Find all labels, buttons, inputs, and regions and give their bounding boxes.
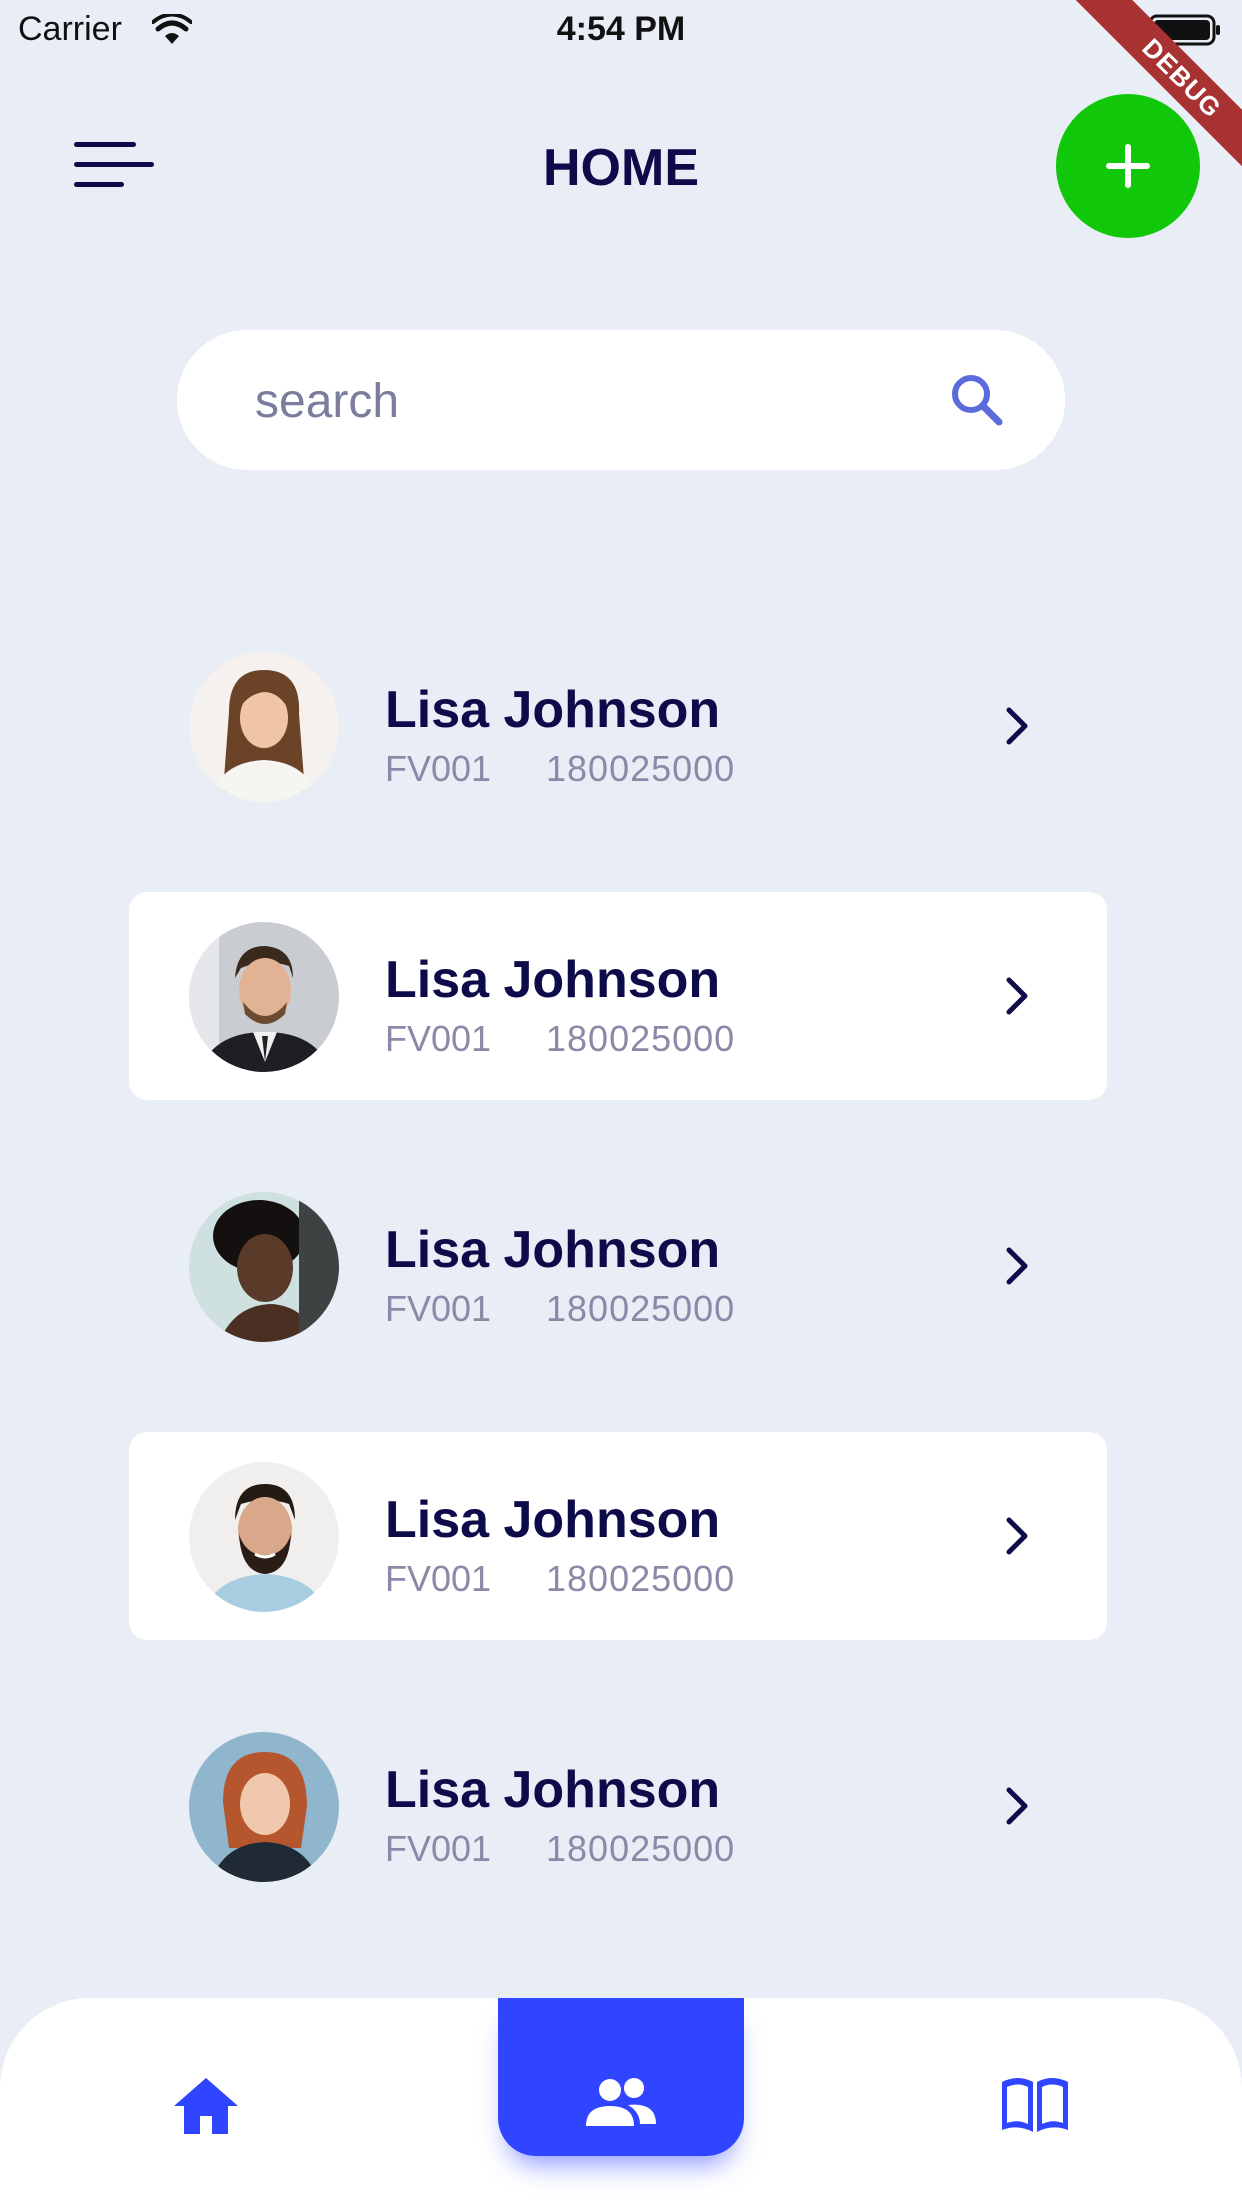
contact-name: Lisa Johnson xyxy=(385,1491,721,1549)
contact-item[interactable]: Lisa Johnson FV001 180025000 xyxy=(129,622,1107,830)
contact-item[interactable]: Lisa Johnson FV001 180025000 xyxy=(129,1432,1107,1640)
chevron-right-icon xyxy=(1006,1247,1028,1285)
search-input[interactable] xyxy=(253,360,897,442)
chevron-right-icon xyxy=(1006,707,1028,745)
contact-name: Lisa Johnson xyxy=(385,951,721,1009)
contact-code: FV001 xyxy=(385,1018,492,1059)
contact-item[interactable]: Lisa Johnson FV001 180025000 xyxy=(129,1162,1107,1370)
contact-name: Lisa Johnson xyxy=(385,1761,721,1819)
chevron-right-icon xyxy=(1006,1517,1028,1555)
contact-phone: 180025000 xyxy=(546,1288,736,1329)
bottom-nav xyxy=(0,1998,1242,2208)
people-icon xyxy=(586,2078,656,2126)
status-bar: Carrier 4:54 PM xyxy=(0,0,1242,62)
contact-name: Lisa Johnson xyxy=(385,681,721,739)
avatar xyxy=(189,1732,339,1882)
avatar xyxy=(189,922,339,1072)
contact-phone: 180025000 xyxy=(546,1828,736,1869)
chevron-right-icon xyxy=(1006,977,1028,1015)
avatar xyxy=(189,1462,339,1612)
contact-name: Lisa Johnson xyxy=(385,1221,721,1279)
search-bar xyxy=(177,330,1065,470)
clock: 4:54 PM xyxy=(556,10,686,48)
contact-code: FV001 xyxy=(385,1558,492,1599)
contact-phone: 180025000 xyxy=(546,748,736,789)
home-icon[interactable] xyxy=(170,2074,242,2138)
plus-icon xyxy=(1106,144,1150,188)
add-button[interactable] xyxy=(1056,94,1200,238)
contact-item[interactable]: Lisa Johnson FV001 180025000 xyxy=(129,892,1107,1100)
book-icon[interactable] xyxy=(998,2072,1072,2136)
chevron-right-icon xyxy=(1006,1787,1028,1825)
contact-code: FV001 xyxy=(385,1828,492,1869)
contact-phone: 180025000 xyxy=(546,1018,736,1059)
contact-code: FV001 xyxy=(385,748,492,789)
contact-code: FV001 xyxy=(385,1288,492,1329)
contact-phone: 180025000 xyxy=(546,1558,736,1599)
avatar xyxy=(189,652,339,802)
avatar xyxy=(189,1192,339,1342)
contact-item[interactable]: Lisa Johnson FV001 180025000 xyxy=(129,1702,1107,1910)
nav-people-tab[interactable] xyxy=(498,1998,744,2156)
search-icon[interactable] xyxy=(947,370,1007,430)
